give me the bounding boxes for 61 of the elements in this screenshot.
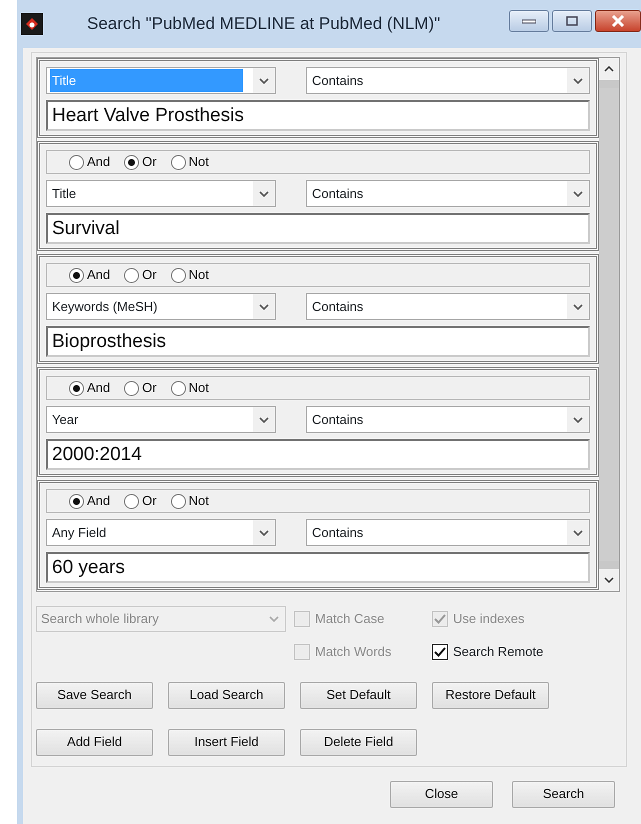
radio-option[interactable]: Not	[170, 265, 209, 285]
caret-icon	[573, 530, 583, 536]
action-button[interactable]: Add Field	[36, 728, 153, 756]
search-input-field[interactable]: Heart Valve Prosthesis	[46, 100, 590, 131]
caret-icon	[269, 616, 279, 622]
window-title: Search "PubMed MEDLINE at PubMed (NLM)"	[87, 13, 440, 36]
action-button[interactable]: Delete Field	[300, 728, 417, 756]
action-button[interactable]: Load Search	[168, 682, 285, 708]
caret-icon	[573, 190, 583, 196]
close-button[interactable]	[595, 10, 641, 32]
radio-option[interactable]: Or	[124, 378, 157, 398]
operator-dropdown[interactable]: Contains	[306, 519, 590, 546]
radio-option[interactable]: Not	[170, 152, 209, 172]
action-button[interactable]: Restore Default	[432, 682, 549, 708]
caret-icon	[573, 304, 583, 310]
scroll-down-icon[interactable]	[604, 577, 614, 583]
caret-icon	[573, 416, 583, 422]
radio-option[interactable]: Not	[170, 378, 209, 398]
field-dropdown[interactable]: Keywords (MeSH)	[46, 293, 276, 320]
caret-icon	[259, 78, 269, 84]
check-icon	[434, 646, 446, 657]
search-input-field[interactable]: 2000:2014	[46, 439, 590, 470]
checkbox[interactable]: Search Remote	[432, 642, 592, 662]
caret-icon	[573, 78, 583, 84]
close-icon	[611, 15, 625, 27]
scope-dropdown: Search whole library	[36, 606, 286, 632]
field-dropdown[interactable]: Title	[46, 180, 276, 207]
action-button[interactable]: Save Search	[36, 682, 153, 708]
check-icon	[434, 614, 446, 624]
radio-option[interactable]: Or	[124, 265, 157, 285]
dialog-button[interactable]: Search	[512, 780, 615, 808]
radio-option[interactable]: Not	[170, 491, 209, 511]
maximize-button[interactable]	[552, 10, 592, 32]
radio-option[interactable]: And	[69, 265, 110, 285]
field-dropdown[interactable]: Any Field	[46, 519, 276, 546]
caret-icon	[259, 304, 269, 310]
caret-icon	[259, 530, 269, 536]
caret-icon	[259, 416, 269, 422]
radio-option[interactable]: And	[69, 491, 110, 511]
operator-dropdown[interactable]: Contains	[306, 180, 590, 207]
search-input-field[interactable]: Bioprosthesis	[46, 326, 590, 357]
caret-icon	[259, 190, 269, 196]
search-input-field[interactable]: Survival	[46, 213, 590, 244]
app-icon	[21, 13, 43, 35]
radio-option[interactable]: And	[69, 378, 110, 398]
action-button[interactable]: Set Default	[300, 682, 417, 708]
operator-dropdown[interactable]: Contains	[306, 293, 590, 320]
action-button[interactable]: Insert Field	[168, 728, 285, 756]
radio-option[interactable]: Or	[124, 491, 157, 511]
search-input-field[interactable]: 60 years	[46, 552, 590, 583]
scroll-up-icon[interactable]	[604, 66, 614, 72]
minimize-button[interactable]	[509, 10, 549, 32]
radio-option[interactable]: And	[69, 152, 110, 172]
dialog-button[interactable]: Close	[390, 780, 493, 808]
radio-option[interactable]: Or	[124, 152, 157, 172]
operator-dropdown[interactable]: Contains	[306, 406, 590, 433]
field-dropdown[interactable]: Year	[46, 406, 276, 433]
minimize-icon	[522, 18, 536, 24]
operator-dropdown[interactable]: Contains	[306, 67, 590, 94]
maximize-icon	[566, 16, 578, 26]
scrollbar[interactable]	[599, 58, 619, 591]
